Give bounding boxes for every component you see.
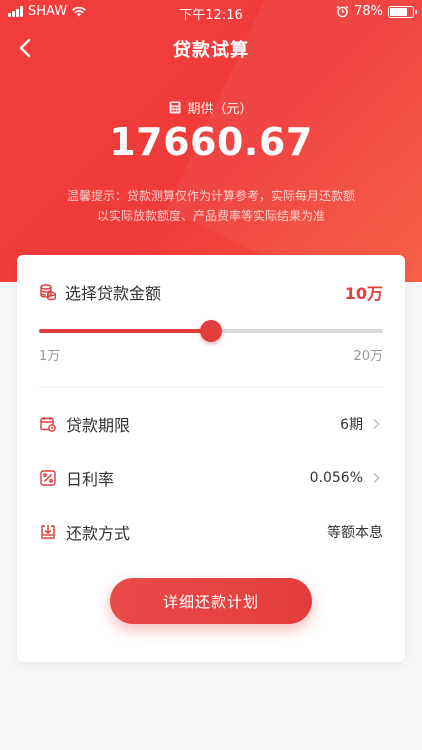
period-label: 期供（元） [0,98,422,117]
daily-rate-value: 0.056% [309,470,363,486]
status-bar: SHAW 下午12:16 78% [0,0,422,24]
slider-thumb[interactable] [200,320,222,342]
divider [39,387,383,388]
daily-rate-row[interactable]: 日利率 0.056% [39,463,383,493]
repayment-icon [39,523,57,541]
loan-term-row[interactable]: 贷款期限 6期 [39,409,383,439]
percent-icon [39,469,57,487]
loan-calculator-card: 选择贷款金额 10万 1万 20万 贷款期限 6期 日利率 0.056% 还款方… [17,255,405,662]
monthly-payment-amount: 17660.67 [109,120,313,164]
detailed-repayment-plan-button[interactable]: 详细还款计划 [110,578,312,624]
calculator-icon [169,101,181,114]
period-label-text: 期供（元） [187,102,253,117]
chevron-right-icon [369,472,383,484]
alarm-icon [336,5,349,18]
nav-bar: 贷款试算 [0,26,422,70]
page-title: 贷款试算 [173,40,249,61]
selected-amount-value: 10万 [344,284,383,303]
battery-percent: 78% [354,4,383,19]
slider-max-label: 20万 [353,349,383,364]
tip-line-2: 以实际放款额度、产品费率等实际结果为准 [96,209,325,223]
slider-min-label: 1万 [39,349,61,364]
tip-text: 温馨提示：贷款测算仅作为计算参考，实际每月还款额 以实际放款额度、产品费率等实际… [0,186,422,226]
amount-selector-label: 选择贷款金额 [65,284,162,303]
tip-line-1: 温馨提示：贷款测算仅作为计算参考，实际每月还款额 [66,189,355,203]
battery-icon [388,5,417,18]
calendar-icon [39,415,57,433]
amount-selector-header: 选择贷款金额 10万 [39,281,383,303]
loan-amount-slider[interactable] [39,319,383,343]
repayment-method-value: 等额本息 [327,525,383,541]
repayment-method-label: 还款方式 [66,524,131,543]
chevron-right-icon [369,418,383,430]
loan-term-label: 贷款期限 [66,416,131,435]
loan-term-value: 6期 [340,417,363,433]
slider-range: 1万 20万 [39,345,383,364]
slider-fill [39,329,211,333]
daily-rate-label: 日利率 [66,470,115,489]
repayment-method-row[interactable]: 还款方式 等额本息 [39,517,383,547]
coins-icon [40,284,56,301]
